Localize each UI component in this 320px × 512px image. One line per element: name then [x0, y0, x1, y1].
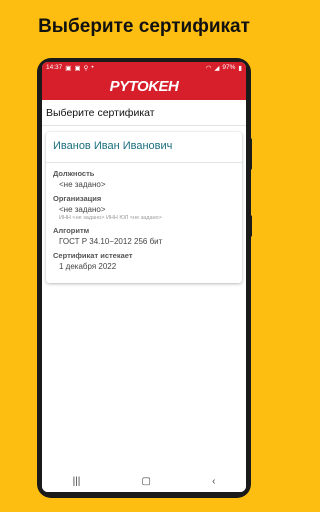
wifi-icon: ◠ — [205, 64, 212, 72]
status-bar: 14:37 ▣ ▣ ⚲ • ◠ ◢ 97% ▮ — [42, 62, 246, 73]
position-label: Должность — [53, 169, 95, 178]
algorithm-label: Алгоритм — [53, 226, 90, 235]
position-value: <не задано> — [59, 180, 106, 189]
back-icon[interactable]: ‹ — [212, 476, 215, 487]
expires-label: Сертификат истекает — [53, 251, 133, 260]
battery-level: 97% — [222, 64, 236, 71]
screen-title: Выберите сертификат — [42, 100, 246, 126]
phone-screen: 14:37 ▣ ▣ ⚲ • ◠ ◢ 97% ▮ PYTOKEH Выберите… — [42, 62, 246, 492]
app-bar: PYTOKEH — [42, 73, 246, 100]
algorithm-value: ГОСТ Р 34.10−2012 256 бит — [59, 237, 163, 246]
recent-apps-icon[interactable]: ||| — [73, 476, 81, 487]
home-icon[interactable]: ▢ — [141, 476, 150, 487]
search-icon: ⚲ — [83, 64, 89, 72]
notification-icon: ▣ — [74, 64, 81, 72]
organization-label: Организация — [53, 194, 102, 203]
signal-icon: ◢ — [214, 64, 220, 72]
battery-icon: ▮ — [238, 64, 242, 72]
certificate-owner: Иванов Иван Иванович — [53, 140, 173, 152]
field-algorithm: Алгоритм ГОСТ Р 34.10−2012 256 бит — [53, 226, 235, 246]
divider — [46, 162, 242, 163]
certificate-card[interactable]: Иванов Иван Иванович Должность <не задан… — [46, 132, 242, 283]
dot-icon: • — [91, 64, 94, 71]
organization-value: <не задано> — [59, 205, 106, 214]
android-nav-bar: ||| ▢ ‹ — [42, 470, 246, 492]
field-position: Должность <не задано> — [53, 169, 235, 189]
expires-value: 1 декабря 2022 — [59, 262, 117, 271]
phone-side-button — [247, 215, 252, 237]
field-expires: Сертификат истекает 1 декабря 2022 — [53, 251, 235, 271]
notification-icon: ▣ — [65, 64, 72, 72]
status-time: 14:37 — [46, 64, 63, 71]
promo-title: Выберите сертификат — [38, 16, 250, 37]
field-organization: Организация <не задано> ИНН <не задано> … — [53, 194, 235, 221]
rutoken-logo: PYTOKEH — [109, 78, 179, 95]
organization-ids: ИНН <не задано> ИНН ЮЛ <не задано> — [59, 215, 162, 221]
phone-side-button — [247, 138, 252, 170]
